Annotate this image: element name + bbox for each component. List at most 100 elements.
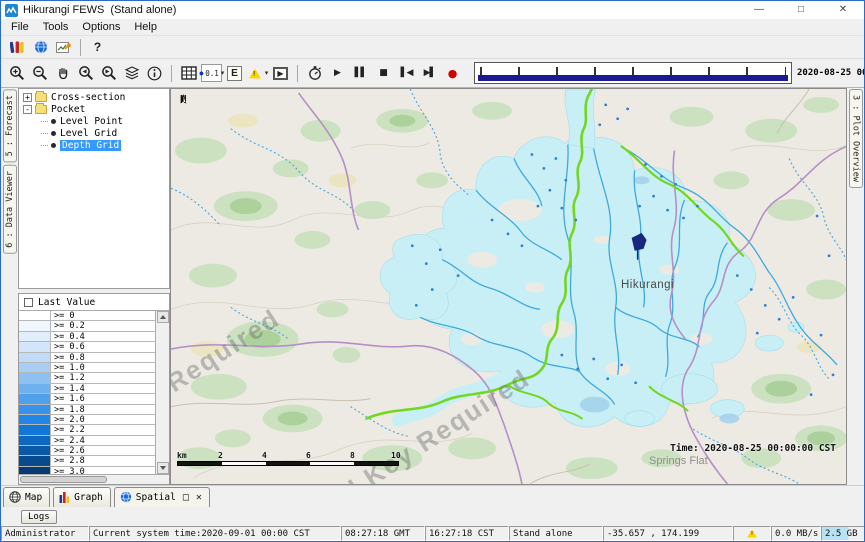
spatial-display-icon[interactable] — [30, 36, 51, 58]
legend-header: Last Value — [19, 294, 169, 311]
tab-forecast[interactable]: 5 : Forecast — [3, 89, 17, 162]
timer-icon[interactable] — [304, 62, 325, 84]
grid-display-icon[interactable] — [178, 62, 199, 84]
tree-item-depth-grid[interactable]: Depth Grid — [41, 139, 169, 151]
legend-row: >= 2.8 — [19, 456, 155, 466]
scrollbar-thumb[interactable] — [20, 476, 107, 483]
play-button[interactable]: ▶ — [327, 62, 348, 84]
zoom-in-icon[interactable] — [6, 62, 27, 84]
spatial-maximize-icon[interactable]: □ — [183, 492, 189, 503]
pause-button[interactable]: ▌▌ — [350, 62, 371, 84]
tab-graph[interactable]: Graph — [53, 487, 111, 507]
zoom-previous-icon[interactable] — [75, 62, 96, 84]
tab-map[interactable]: Map — [3, 487, 50, 507]
tree-item-level-point[interactable]: Level Point — [41, 116, 169, 128]
legend-row: >= 1.8 — [19, 405, 155, 415]
animation-dialog-button[interactable]: ▶ — [270, 62, 291, 84]
collapse-icon[interactable]: - — [23, 105, 32, 114]
tree-item-level-grid[interactable]: Level Grid — [41, 127, 169, 139]
first-frame-button[interactable]: ▌◀ — [396, 62, 417, 84]
menu-file[interactable]: File — [4, 21, 36, 33]
north-arrow: N — [180, 93, 187, 106]
menu-options[interactable]: Options — [75, 21, 127, 33]
last-value-checkbox[interactable] — [24, 298, 33, 307]
bar-chart-icon — [59, 491, 70, 503]
time-slider[interactable] — [474, 62, 792, 84]
menu-tools[interactable]: Tools — [36, 21, 76, 33]
legend-row: >= 0.6 — [19, 342, 155, 352]
map-label-hikurangi: Hikurangi — [621, 279, 674, 291]
warning-threshold-button[interactable]: ! ▾ — [247, 62, 268, 84]
folder-icon — [35, 105, 47, 114]
warning-icon: ! — [747, 529, 757, 537]
status-warning-cell[interactable]: ! — [733, 526, 771, 541]
bullet-icon — [51, 143, 56, 148]
class-break-selector[interactable]: ● 0.1 ▾ — [201, 64, 222, 82]
status-bandwidth: 0.0 MB/s — [771, 526, 821, 541]
stop-button[interactable]: ■ — [373, 62, 394, 84]
tab-plot-overview[interactable]: 3 : Plot Overview — [849, 89, 863, 188]
toolbar-separator — [171, 65, 172, 82]
scale-bar: km 2 4 6 8 10 — [177, 451, 409, 466]
scroll-up-icon[interactable] — [157, 311, 169, 323]
color-swatch — [19, 342, 51, 351]
tree-item-pocket[interactable]: - Pocket — [19, 104, 169, 116]
legend-row: >= 0.8 — [19, 353, 155, 363]
database-icon[interactable] — [7, 36, 28, 58]
pan-icon[interactable] — [52, 62, 73, 84]
tab-data-viewer[interactable]: 6 : Data Viewer — [3, 165, 17, 254]
status-bar: Administrator Current system time:2020-0… — [1, 526, 864, 541]
info-icon[interactable] — [144, 62, 165, 84]
legend-row: >= 0.2 — [19, 321, 155, 331]
color-swatch — [19, 353, 51, 362]
zoom-out-icon[interactable] — [29, 62, 50, 84]
legend-panel: Last Value >= 0 >= 0.2 >= 0.4 >= 0.6 >= … — [18, 293, 170, 485]
bottom-tab-bar: Map Graph Spatial □ ✕ — [1, 485, 864, 507]
legend-scrollbar[interactable] — [156, 311, 169, 474]
bullet-icon — [51, 119, 56, 124]
bullet-icon — [51, 131, 56, 136]
map-canvas[interactable] — [171, 89, 846, 484]
legend-list: >= 0 >= 0.2 >= 0.4 >= 0.6 >= 0.8 >= 1.0 … — [19, 311, 156, 474]
menu-help[interactable]: Help — [127, 21, 164, 33]
current-map-datetime: 2020-08-25 00:00:00 CST — [797, 68, 865, 78]
maximize-button[interactable]: □ — [780, 1, 822, 19]
status-memory[interactable]: 2.5 GB — [821, 526, 865, 541]
tree-item-cross-section[interactable]: + Cross-section — [19, 92, 169, 104]
color-swatch — [19, 384, 51, 393]
titlebar: Hikurangi FEWS (Stand alone) — □ ✕ — [1, 1, 864, 19]
time-slider-range-bar[interactable] — [478, 75, 788, 81]
tab-spatial[interactable]: Spatial □ ✕ — [114, 487, 210, 507]
scroll-down-icon[interactable] — [157, 462, 169, 474]
minimize-button[interactable]: — — [738, 1, 780, 19]
status-mode: Stand alone — [509, 526, 603, 541]
color-swatch — [19, 311, 51, 320]
layers-icon[interactable] — [121, 62, 142, 84]
legend-title: Last Value — [38, 297, 95, 308]
timeseries-display-icon[interactable] — [53, 36, 74, 58]
color-swatch — [19, 332, 51, 341]
spatial-close-icon[interactable]: ✕ — [196, 492, 202, 503]
help-icon[interactable]: ? — [87, 36, 108, 58]
toolbar-separator — [80, 39, 81, 56]
legend-toggle-button[interactable]: E — [224, 62, 245, 84]
last-frame-button[interactable]: ▶▌ — [419, 62, 440, 84]
record-button[interactable]: ● — [442, 62, 463, 84]
legend-row: >= 2.6 — [19, 446, 155, 456]
color-swatch — [19, 321, 51, 330]
zoom-next-icon[interactable] — [98, 62, 119, 84]
legend-horizontal-scrollbar[interactable] — [19, 474, 169, 484]
color-swatch — [19, 394, 51, 403]
expand-icon[interactable]: + — [23, 93, 32, 102]
main-toolbar: ? — [1, 36, 864, 58]
logs-button[interactable]: Logs — [21, 510, 57, 524]
window-title: Hikurangi FEWS (Stand alone) — [23, 4, 176, 16]
legend-row: >= 3.0 — [19, 467, 155, 474]
status-user: Administrator — [1, 526, 89, 541]
legend-row: >= 2.4 — [19, 436, 155, 446]
map-view[interactable]: N API Key Required API Key Required Hiku… — [170, 88, 847, 485]
layers-tree: + Cross-section - Pocket Level Point Lev… — [18, 88, 170, 289]
menu-bar: File Tools Options Help — [1, 19, 864, 36]
movie-icon: ▶ — [273, 67, 287, 80]
close-button[interactable]: ✕ — [822, 1, 864, 19]
